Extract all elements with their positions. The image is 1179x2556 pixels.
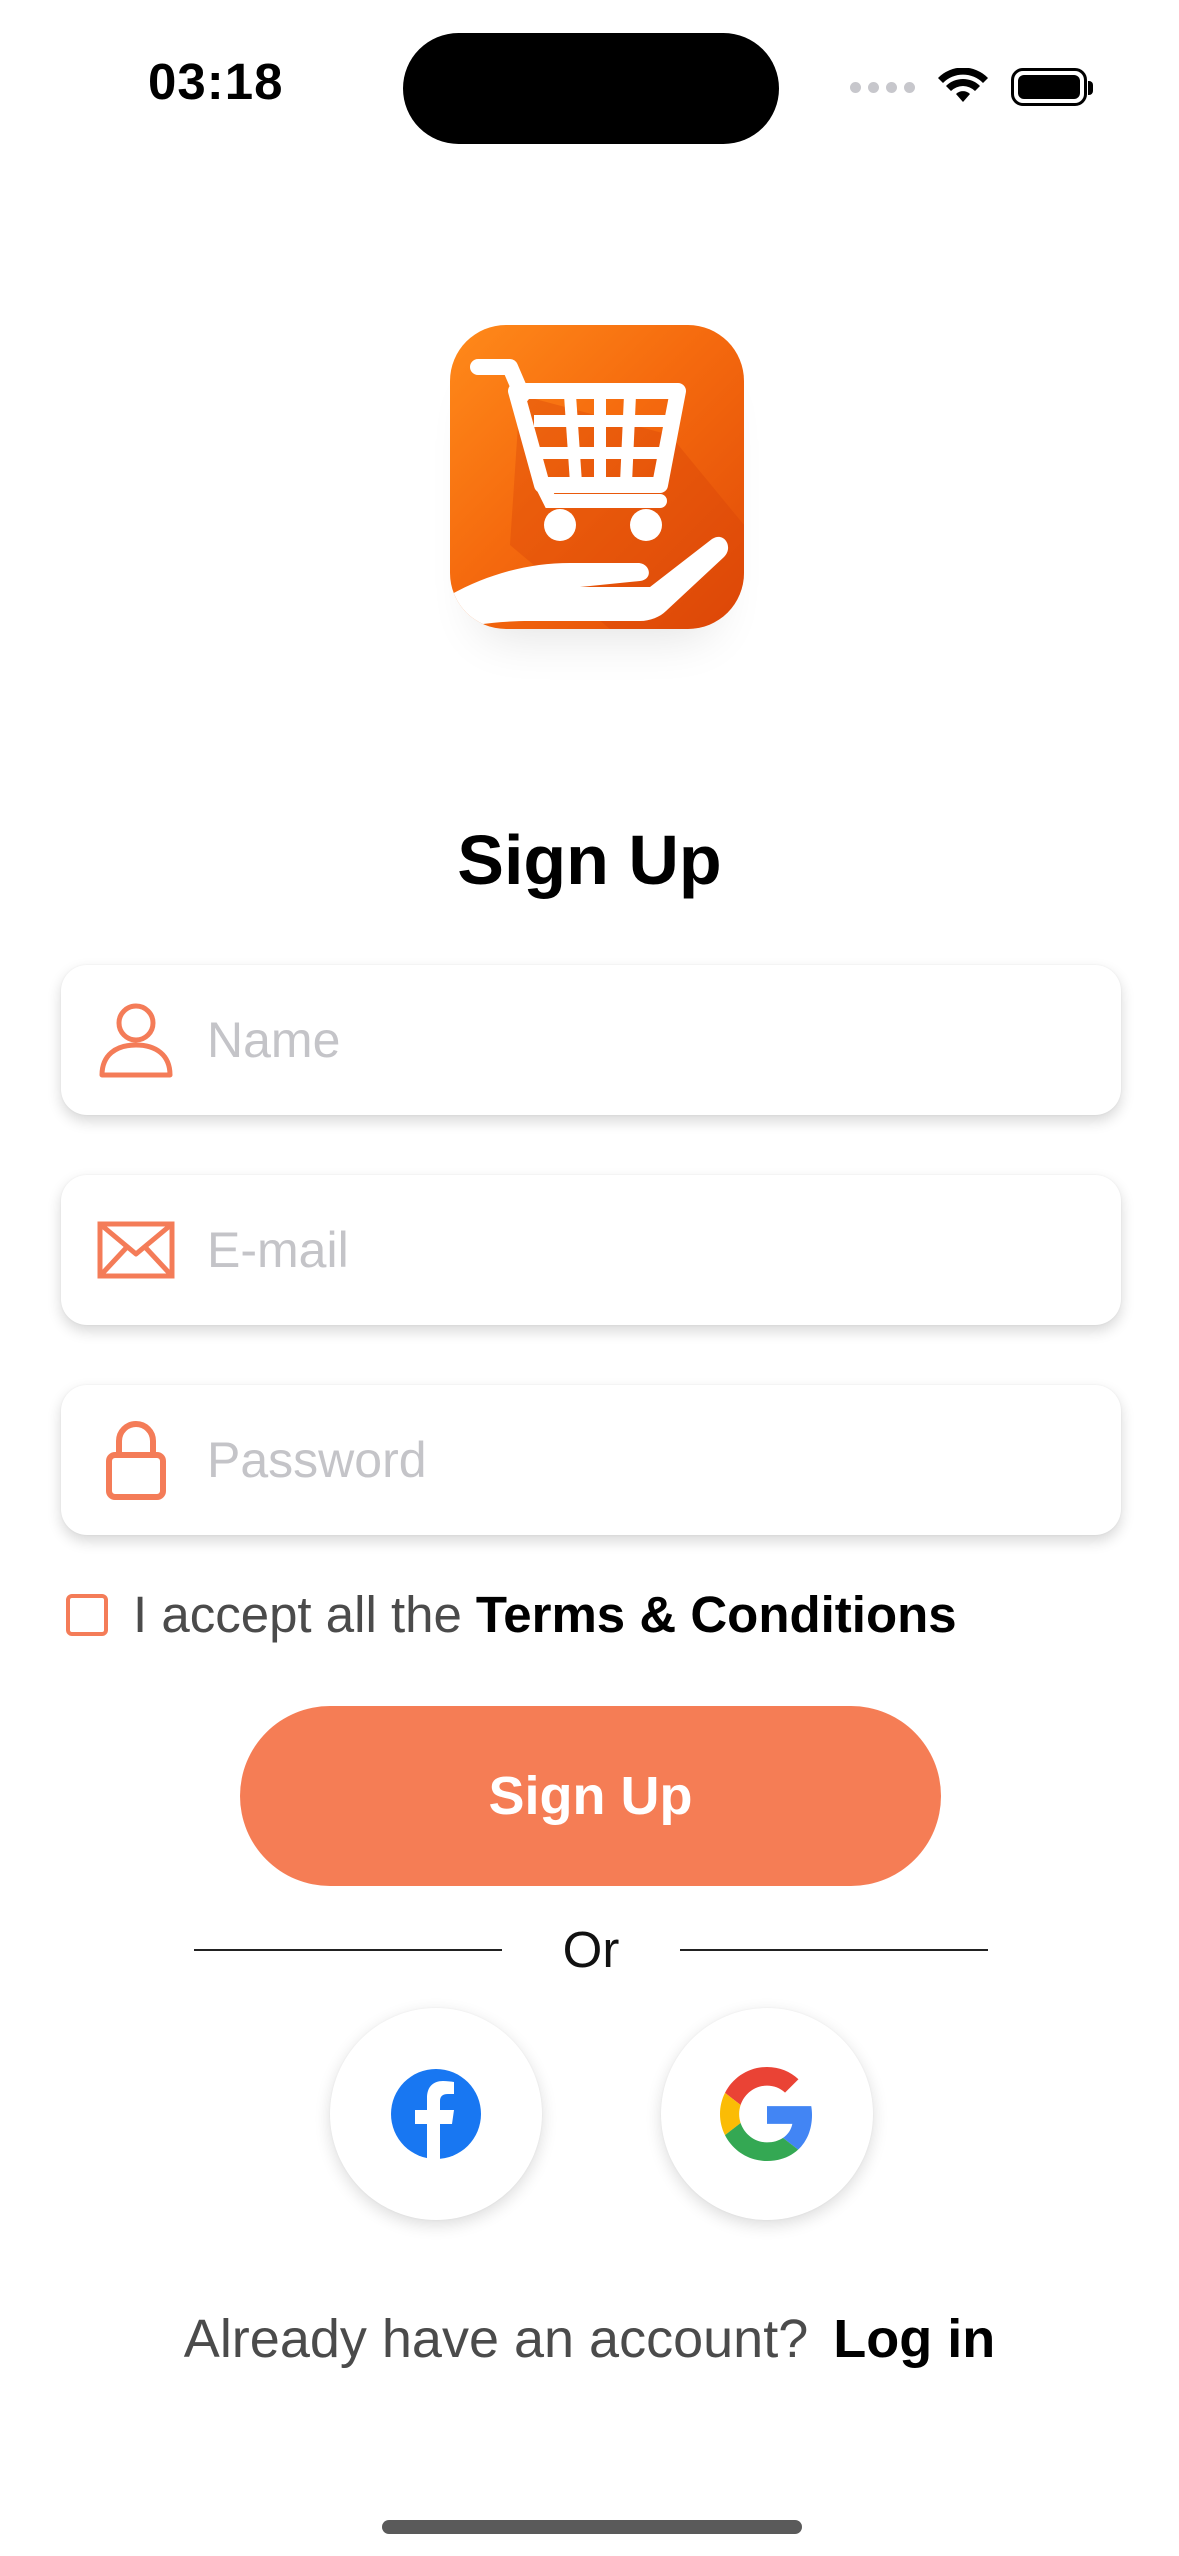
home-indicator[interactable]: [382, 2520, 802, 2534]
page-title: Sign Up: [457, 821, 722, 899]
person-icon: [97, 1000, 175, 1080]
dynamic-island: [403, 33, 779, 144]
google-button[interactable]: [661, 2008, 873, 2220]
terms-link[interactable]: Terms & Conditions: [476, 1585, 957, 1644]
lock-icon: [97, 1420, 175, 1500]
facebook-button[interactable]: [330, 2008, 542, 2220]
divider-line-right: [680, 1948, 988, 1951]
signup-button[interactable]: Sign Up: [240, 1706, 941, 1886]
or-label: Or: [562, 1921, 620, 1978]
terms-checkbox[interactable]: [66, 1593, 108, 1636]
app-logo: [450, 325, 744, 629]
password-input[interactable]: [207, 1431, 1027, 1489]
divider-line-left: [194, 1948, 502, 1951]
battery-icon: [1011, 68, 1093, 106]
name-field[interactable]: [61, 965, 1121, 1115]
or-divider: Or: [194, 1920, 988, 1979]
email-field[interactable]: [61, 1175, 1121, 1325]
email-input[interactable]: [207, 1221, 1027, 1279]
terms-row: I accept all the Terms & Conditions: [66, 1585, 957, 1644]
cellular-signal-icon: [850, 81, 915, 93]
login-prompt: Already have an account? Log in: [0, 2308, 1179, 2370]
envelope-icon: [97, 1210, 175, 1290]
google-icon: [720, 2067, 813, 2161]
name-input[interactable]: [207, 1011, 1027, 1069]
login-prompt-text: Already have an account?: [183, 2309, 809, 2369]
password-field[interactable]: [61, 1385, 1121, 1535]
status-time: 03:18: [148, 53, 284, 110]
facebook-icon: [391, 2069, 481, 2160]
shopping-cart-hand-icon: [450, 359, 744, 629]
status-indicators: [850, 62, 1093, 112]
wifi-icon: [938, 68, 988, 102]
login-link[interactable]: Log in: [833, 2309, 995, 2369]
terms-text: I accept all the: [133, 1586, 462, 1643]
